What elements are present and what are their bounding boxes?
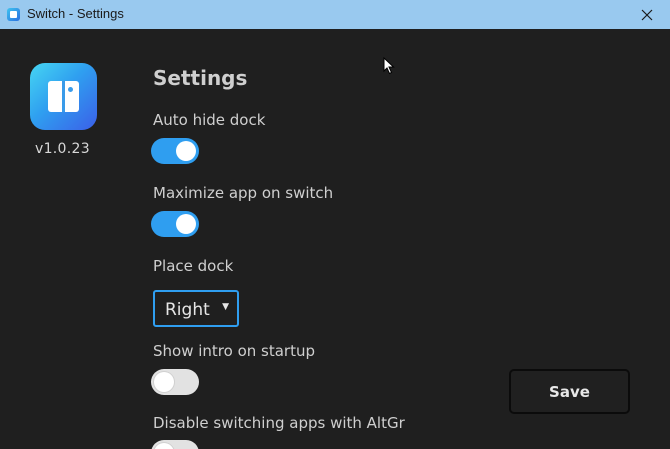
place-dock-label: Place dock <box>153 257 234 275</box>
toggle-knob <box>154 443 174 449</box>
auto-hide-dock-label: Auto hide dock <box>153 111 266 129</box>
app-icon <box>7 8 20 21</box>
window-title: Switch - Settings <box>27 6 124 21</box>
save-button[interactable]: Save <box>509 369 630 414</box>
place-dock-select[interactable]: Right ▼ <box>153 290 239 327</box>
mouse-cursor-icon <box>383 57 395 75</box>
app-logo <box>30 63 97 130</box>
show-intro-toggle[interactable] <box>151 369 199 395</box>
app-version: v1.0.23 <box>35 141 90 157</box>
show-intro-label: Show intro on startup <box>153 342 315 360</box>
close-icon[interactable] <box>624 0 670 29</box>
toggle-knob <box>176 141 196 161</box>
place-dock-value: Right <box>165 300 210 320</box>
maximize-app-toggle[interactable] <box>151 211 199 237</box>
disable-altgr-toggle[interactable] <box>151 440 199 449</box>
disable-altgr-label: Disable switching apps with AltGr <box>153 414 405 432</box>
title-bar: Switch - Settings <box>0 0 670 29</box>
chevron-down-icon: ▼ <box>222 302 229 312</box>
auto-hide-dock-toggle[interactable] <box>151 138 199 164</box>
toggle-knob <box>176 214 196 234</box>
maximize-app-label: Maximize app on switch <box>153 184 334 202</box>
page-title: Settings <box>153 66 248 90</box>
toggle-knob <box>154 372 174 392</box>
